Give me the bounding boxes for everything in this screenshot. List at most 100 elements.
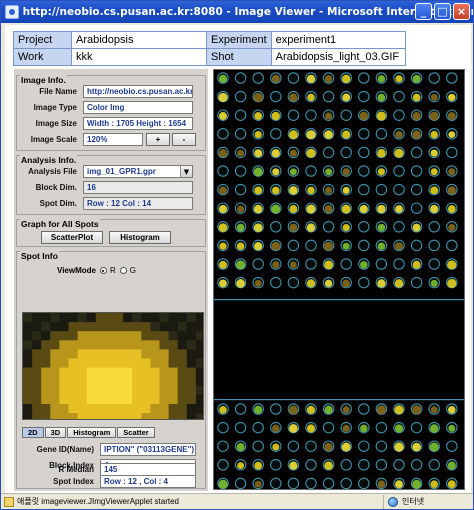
spot-fill[interactable]	[219, 279, 227, 288]
spot-fill[interactable]	[359, 111, 369, 121]
spot-fill[interactable]	[325, 112, 333, 120]
spot-fill[interactable]	[412, 223, 421, 232]
spot-fill[interactable]	[306, 279, 316, 288]
spot-fill[interactable]	[430, 93, 438, 101]
spot-fill[interactable]	[218, 204, 228, 214]
spot-fill[interactable]	[271, 241, 281, 251]
microarray-image-view[interactable]	[213, 69, 465, 490]
scatterplot-button[interactable]: ScatterPlot	[41, 231, 103, 244]
spot-fill[interactable]	[430, 168, 438, 176]
spot-fill[interactable]	[377, 279, 386, 288]
spot-fill[interactable]	[271, 204, 281, 214]
spot-fill[interactable]	[324, 405, 333, 414]
radio-r-dot[interactable]	[99, 267, 107, 274]
spot-fill[interactable]	[254, 461, 263, 470]
spot-fill[interactable]	[342, 279, 350, 288]
spot-fill[interactable]	[341, 442, 351, 452]
spot-fill[interactable]	[395, 205, 403, 213]
spot-fill[interactable]	[377, 480, 386, 488]
spot-fill[interactable]	[342, 74, 351, 83]
spot-fill[interactable]	[448, 168, 456, 176]
spot-fill[interactable]	[430, 424, 439, 433]
spot-fill[interactable]	[430, 406, 438, 414]
spot-fill[interactable]	[394, 442, 404, 452]
spot-fill[interactable]	[254, 405, 263, 414]
spot-fill[interactable]	[289, 424, 298, 433]
spot-fill[interactable]	[430, 186, 439, 195]
spot-fill[interactable]	[289, 405, 298, 415]
spot-fill[interactable]	[236, 260, 246, 270]
spot-fill[interactable]	[377, 223, 386, 232]
spot-fill[interactable]	[447, 186, 456, 195]
spot-fill[interactable]	[254, 242, 263, 251]
spot-fill[interactable]	[448, 424, 456, 432]
spot-fill[interactable]	[394, 424, 404, 433]
spot-fill[interactable]	[306, 74, 316, 83]
spot-fill[interactable]	[430, 480, 439, 489]
spot-fill[interactable]	[236, 223, 245, 232]
spot-fill[interactable]	[447, 480, 456, 489]
spot-fill[interactable]	[341, 204, 351, 214]
spot-fill[interactable]	[412, 74, 421, 83]
spot-fill[interactable]	[395, 75, 403, 83]
spot-fill[interactable]	[359, 204, 368, 214]
spot-fill[interactable]	[288, 130, 298, 140]
block-dim-field[interactable]: 16	[83, 181, 193, 194]
spot-fill[interactable]	[342, 223, 350, 232]
image-type-field[interactable]: Color Img	[83, 101, 193, 114]
spot-fill[interactable]	[394, 279, 404, 288]
spot-fill[interactable]	[377, 168, 385, 176]
spot-fill[interactable]	[430, 130, 438, 139]
spot-fill[interactable]	[219, 260, 227, 269]
spot-fill[interactable]	[376, 111, 386, 121]
spot-fill[interactable]	[376, 405, 386, 415]
spot-fill[interactable]	[307, 186, 315, 195]
spot-fill[interactable]	[236, 279, 245, 288]
spot-fill[interactable]	[254, 112, 263, 120]
spot-fill[interactable]	[219, 242, 227, 250]
spot-fill[interactable]	[325, 186, 333, 194]
spot-fill[interactable]	[324, 442, 333, 452]
spot-fill[interactable]	[324, 260, 334, 270]
spot-fill[interactable]	[218, 223, 228, 232]
histogram-button[interactable]: Histogram	[109, 231, 171, 244]
spot-fill[interactable]	[448, 131, 456, 139]
spot-fill[interactable]	[271, 74, 280, 83]
spot-fill[interactable]	[429, 111, 439, 121]
tab-3d[interactable]: 3D	[44, 427, 67, 438]
spot-fill[interactable]	[342, 168, 350, 176]
tab-2d[interactable]: 2D	[22, 427, 44, 438]
analysis-file-select[interactable]: img_01_GPR1.gpr ▼	[83, 165, 193, 178]
spot-fill[interactable]	[377, 204, 386, 214]
spot-fill[interactable]	[272, 443, 280, 451]
spot-fill[interactable]	[324, 461, 333, 470]
spot-fill[interactable]	[253, 92, 263, 102]
minimize-button[interactable]: _	[415, 3, 432, 20]
radio-g-dot[interactable]	[119, 267, 127, 274]
spot-fill[interactable]	[254, 204, 263, 214]
spot-fill[interactable]	[342, 406, 350, 414]
spot-fill[interactable]	[395, 480, 403, 489]
spot-fill[interactable]	[254, 149, 263, 158]
spot-fill[interactable]	[447, 205, 456, 213]
spot-fill[interactable]	[271, 424, 280, 433]
spot-fill[interactable]	[254, 480, 262, 488]
spot-fill[interactable]	[429, 442, 439, 452]
spot-fill[interactable]	[306, 130, 316, 140]
spot-fill[interactable]	[377, 93, 386, 102]
spot-dim-field[interactable]: Row : 12 Col : 14	[83, 197, 193, 210]
spot-fill[interactable]	[271, 111, 280, 121]
spot-fill[interactable]	[289, 461, 298, 470]
array-block-top[interactable]	[217, 72, 458, 289]
spot-fill[interactable]	[306, 405, 316, 414]
spot-fill[interactable]	[412, 93, 421, 102]
spot-index-field[interactable]: Row : 12 , Col : 4	[100, 475, 196, 488]
spot-fill[interactable]	[412, 260, 421, 269]
spot-fill[interactable]	[306, 223, 316, 232]
spot-fill[interactable]	[289, 223, 298, 232]
spot-fill[interactable]	[307, 93, 315, 102]
spot-fill[interactable]	[394, 148, 404, 158]
radio-r[interactable]: R	[99, 266, 116, 275]
spot-fill[interactable]	[377, 75, 386, 83]
r-median-field[interactable]: 145	[100, 463, 196, 476]
